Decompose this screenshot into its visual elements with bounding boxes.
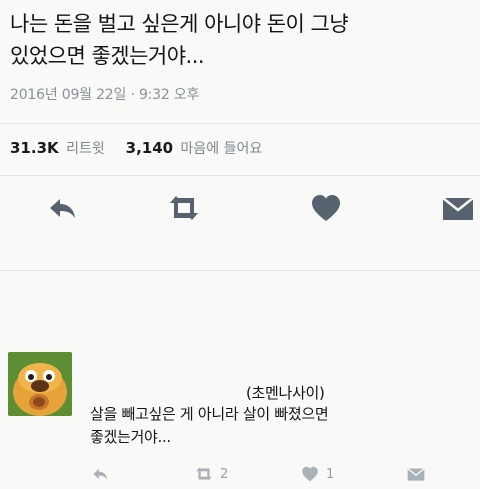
tweet-text-line1: 나는 돈을 벌고 싶은게 아니야 돈이 그냥 — [10, 12, 349, 36]
tweet-text-line2: 있었으면 좋겠는거야... — [10, 44, 205, 68]
reply-retweet-button[interactable]: 2 — [194, 464, 228, 484]
tweet-stats: 31.3K 리트윗 3,140 마음에 들어요 — [10, 138, 262, 158]
reply-icon — [50, 199, 75, 218]
tweet-text: 나는 돈을 벌고 싶은게 아니야 돈이 그냥 있었으면 좋겠는거야... — [10, 8, 472, 72]
heart-icon — [302, 466, 318, 482]
retweet-button[interactable] — [166, 190, 202, 226]
reply-retweet-count: 2 — [220, 466, 229, 482]
retweet-icon — [196, 467, 212, 481]
tweet-action-bar — [0, 190, 480, 230]
retweet-label: 리트윗 — [66, 141, 105, 157]
avatar-image — [8, 352, 72, 416]
reply-reply-button[interactable] — [90, 464, 110, 484]
divider-top — [0, 123, 480, 124]
retweet-stat[interactable]: 31.3K 리트윗 — [10, 139, 109, 157]
message-icon — [407, 467, 425, 481]
divider-actions — [0, 270, 480, 271]
tweet-timestamp[interactable]: 2016년 09월 22일 · 9:32 오후 — [10, 84, 199, 104]
reply-icon — [93, 469, 108, 480]
reply-author-handle[interactable]: (초멘나사이) — [246, 382, 325, 403]
reply-like-button[interactable]: 1 — [300, 464, 334, 484]
heart-icon — [312, 195, 340, 221]
message-icon — [442, 197, 474, 220]
retweet-icon — [170, 196, 198, 220]
retweet-count: 31.3K — [10, 139, 59, 157]
message-button[interactable] — [440, 190, 476, 226]
reply-message-button[interactable] — [406, 464, 426, 484]
reply-tweet[interactable]: (초멘나사이) 살을 빼고싶은 게 아니라 살이 빠졌으면 좋겠는거야... 2… — [0, 330, 480, 489]
reply-text-line2: 좋겠는거야... — [90, 428, 171, 446]
divider-stats — [0, 175, 480, 176]
likes-label: 마음에 들어요 — [180, 141, 263, 157]
like-button[interactable] — [308, 190, 344, 226]
likes-stat[interactable]: 3,140 마음에 들어요 — [121, 139, 263, 157]
reply-action-bar: 2 1 — [0, 464, 480, 488]
reply-text: 살을 빼고싶은 게 아니라 살이 빠졌으면 좋겠는거야... — [90, 403, 470, 449]
likes-count: 3,140 — [125, 139, 174, 157]
reply-like-count: 1 — [326, 466, 335, 482]
reply-text-line1: 살을 빼고싶은 게 아니라 살이 빠졌으면 — [90, 405, 329, 423]
reply-button[interactable] — [44, 190, 80, 226]
avatar[interactable] — [8, 352, 72, 416]
